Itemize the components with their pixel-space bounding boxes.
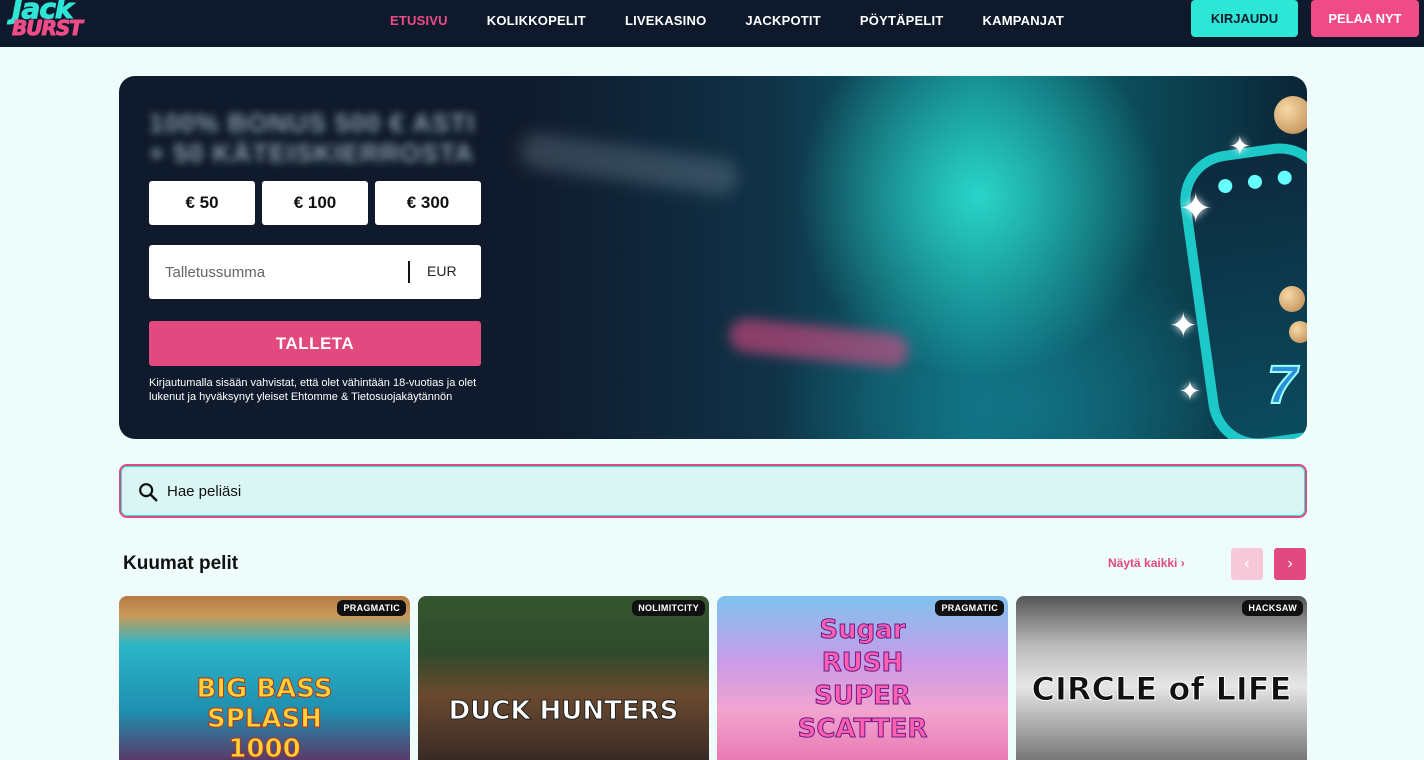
provider-badge: NOLIMITCITY [632, 600, 705, 616]
slot-seven-symbol: 7 [1266, 354, 1298, 416]
carousel-next-button[interactable]: › [1274, 548, 1306, 580]
nav-etusivu[interactable]: ETUSIVU [390, 13, 448, 28]
game-title: BIG BASS SPLASH 1000 [196, 674, 333, 760]
game-card-sugar-rush[interactable]: Sugar RUSH SUPER SCATTER PRAGMATIC [717, 596, 1008, 760]
coin-graphic [1274, 96, 1307, 134]
deposit-placeholder: Talletussumma [165, 264, 266, 281]
login-button[interactable]: KIRJAUDU [1191, 0, 1298, 37]
bonus-headline: 100% BONUS 500 € ASTI + 50 KÄTEISKIERROS… [149, 108, 475, 168]
search-placeholder: Hae peliäsi [167, 483, 242, 500]
logo-text-bottom: BURST [12, 16, 84, 41]
sparkle-icon: ✦ [1179, 187, 1213, 231]
see-all-link[interactable]: Näytä kaikki › [1108, 556, 1185, 570]
game-title: CIRCLE of LIFE [1031, 670, 1292, 709]
hero-banner: 7 ✦ ✦ ✦ ✦ 100% BONUS 500 € ASTI + 50 KÄT… [119, 76, 1307, 439]
nav-poytapelit[interactable]: PÖYTÄPELIT [860, 13, 944, 28]
game-card-big-bass[interactable]: BIG BASS SPLASH 1000 PRAGMATIC [119, 596, 410, 760]
carousel-prev-button[interactable]: ‹ [1231, 548, 1263, 580]
game-title: Sugar RUSH SUPER SCATTER [797, 615, 928, 745]
bonus-line-2: + 50 KÄTEISKIERROSTA [149, 138, 475, 168]
legal-disclaimer: Kirjautumalla sisään vahvistat, että ole… [149, 377, 477, 403]
main-nav: ETUSIVU KOLIKKOPELIT LIVEKASINO JACKPOTI… [390, 0, 1103, 40]
amount-50-button[interactable]: € 50 [149, 181, 255, 225]
sparkle-icon: ✦ [1179, 376, 1201, 406]
play-now-button[interactable]: PELAA NYT [1311, 0, 1419, 37]
sparkle-icon: ✦ [1169, 307, 1198, 345]
provider-badge: PRAGMATIC [337, 600, 406, 616]
jackburst-logo[interactable]: Jack BURST [12, 0, 108, 42]
hero-pink-streak [727, 316, 911, 370]
game-search-input[interactable]: Hae peliäsi [119, 464, 1307, 518]
provider-badge: PRAGMATIC [935, 600, 1004, 616]
nav-kolikkopelit[interactable]: KOLIKKOPELIT [487, 13, 586, 28]
game-title: DUCK HUNTERS [448, 696, 679, 727]
deposit-amount-field[interactable]: Talletussumma EUR [149, 245, 481, 299]
text-cursor [408, 261, 410, 283]
amount-300-button[interactable]: € 300 [375, 181, 481, 225]
hero-light-streak [517, 130, 741, 198]
game-card-duck-hunters[interactable]: DUCK HUNTERS NOLIMITCITY [418, 596, 709, 760]
top-navigation-bar: Jack BURST ETUSIVU KOLIKKOPELIT LIVEKASI… [0, 0, 1424, 47]
nav-kampanjat[interactable]: KAMPANJAT [983, 13, 1064, 28]
amount-100-button[interactable]: € 100 [262, 181, 368, 225]
deposit-button[interactable]: TALLETA [149, 321, 481, 366]
coin-graphic [1289, 321, 1307, 343]
nav-livekasino[interactable]: LIVEKASINO [625, 13, 706, 28]
section-title: Kuumat pelit [123, 553, 239, 574]
bonus-line-1: 100% BONUS 500 € ASTI [149, 108, 476, 138]
currency-label: EUR [427, 263, 457, 279]
search-icon [139, 483, 158, 502]
nav-jackpotit[interactable]: JACKPOTIT [745, 13, 820, 28]
game-card-circle-of-life[interactable]: CIRCLE of LIFE HACKSAW [1016, 596, 1307, 760]
sparkle-icon: ✦ [1229, 131, 1251, 161]
provider-badge: HACKSAW [1242, 600, 1303, 616]
coin-graphic [1279, 286, 1305, 312]
